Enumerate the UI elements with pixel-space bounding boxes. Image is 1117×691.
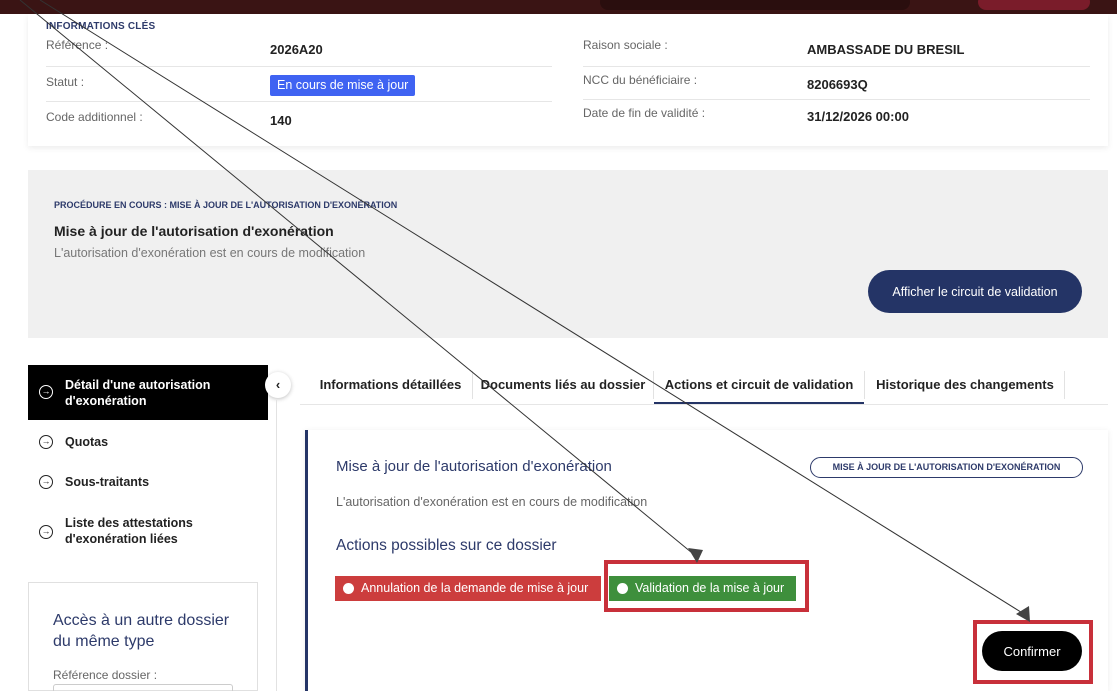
key-info-title: INFORMATIONS CLÉS xyxy=(46,21,156,32)
top-bar-button[interactable] xyxy=(978,0,1090,10)
show-validation-circuit-button[interactable]: Afficher le circuit de validation xyxy=(868,270,1082,313)
ncc-label: NCC du bénéficiaire : xyxy=(583,73,698,87)
reference-file-input[interactable] xyxy=(53,684,233,691)
status-badge: En cours de mise à jour xyxy=(270,75,416,96)
key-info-card xyxy=(28,14,1108,146)
radio-icon xyxy=(343,583,354,594)
tab-change-history[interactable]: Historique des changements xyxy=(865,365,1065,405)
divider xyxy=(583,66,1090,67)
top-bar xyxy=(0,0,1117,14)
procedure-tag: MISE À JOUR DE L'AUTORISATION D'EXONÉRAT… xyxy=(810,457,1083,478)
divider xyxy=(583,99,1090,100)
divider xyxy=(46,101,552,102)
access-other-file-title: Accès à un autre dossier du même type xyxy=(53,612,230,650)
collapse-sidebar-button[interactable]: ‹ xyxy=(265,372,291,398)
actions-description: L'autorisation d'exonération est en cour… xyxy=(336,495,648,509)
additional-code-label: Code additionnel : xyxy=(46,110,143,124)
sidebar-item-label: Sous-traitants xyxy=(65,475,150,489)
validity-end-label: Date de fin de validité : xyxy=(583,106,706,120)
validate-update-option[interactable]: Validation de la mise à jour xyxy=(609,576,796,601)
radio-icon xyxy=(617,583,628,594)
company-name-value: AMBASSADE DU BRESIL xyxy=(807,42,965,57)
sidebar-item-detail[interactable]: → Détail d'une autorisation d'exonératio… xyxy=(28,365,268,420)
company-name-label: Raison sociale : xyxy=(583,38,668,52)
reference-value: 2026A20 xyxy=(270,42,323,57)
additional-code-value: 140 xyxy=(270,113,292,128)
status-label: Statut : xyxy=(46,75,85,89)
sidebar-item-label: Liste des attestations d'exonération lié… xyxy=(65,516,193,546)
chevron-left-icon: ‹ xyxy=(275,377,281,392)
ncc-value: 8206693Q xyxy=(807,77,868,92)
tab-bar: Informations détaillées Documents liés a… xyxy=(300,365,1108,405)
tab-linked-documents[interactable]: Documents liés au dossier xyxy=(473,365,653,405)
arrow-circle-right-icon: → xyxy=(39,475,53,489)
sidebar-item-label: Quotas xyxy=(65,435,109,449)
sidebar-item-attestations[interactable]: → Liste des attestations d'exonération l… xyxy=(28,514,268,548)
procedure-kicker: PROCÉDURE EN COURS : MISE À JOUR DE L'AU… xyxy=(54,200,398,210)
arrow-circle-right-icon: → xyxy=(39,385,53,399)
divider xyxy=(46,66,552,67)
reference-file-label: Référence dossier : xyxy=(53,668,158,682)
arrow-circle-right-icon: → xyxy=(39,525,53,539)
cancel-update-label: Annulation de la demande de mise à jour xyxy=(361,581,589,595)
tab-detailed-info[interactable]: Informations détaillées xyxy=(308,365,473,405)
sidebar-item-subcontractors[interactable]: → Sous-traitants xyxy=(28,472,268,492)
tab-separator xyxy=(1064,371,1065,399)
sidebar-divider xyxy=(276,400,277,691)
reference-label: Référence : xyxy=(46,38,109,52)
top-bar-search[interactable] xyxy=(600,0,910,10)
sidebar-item-quotas[interactable]: → Quotas xyxy=(28,432,268,452)
active-tab-indicator xyxy=(654,402,864,404)
procedure-description: L'autorisation d'exonération est en cour… xyxy=(54,246,366,260)
tab-actions-circuit[interactable]: Actions et circuit de validation xyxy=(654,365,864,405)
actions-title: Mise à jour de l'autorisation d'exonérat… xyxy=(336,458,612,475)
procedure-title: Mise à jour de l'autorisation d'exonérat… xyxy=(54,223,334,239)
arrow-circle-right-icon: → xyxy=(39,435,53,449)
confirm-button[interactable]: Confirmer xyxy=(982,631,1082,671)
possible-actions-heading: Actions possibles sur ce dossier xyxy=(336,537,557,554)
sidebar-item-label: Détail d'une autorisation d'exonération xyxy=(65,378,211,408)
validate-update-label: Validation de la mise à jour xyxy=(635,581,785,595)
cancel-update-option[interactable]: Annulation de la demande de mise à jour xyxy=(335,576,601,601)
validity-end-value: 31/12/2026 00:00 xyxy=(807,109,909,124)
